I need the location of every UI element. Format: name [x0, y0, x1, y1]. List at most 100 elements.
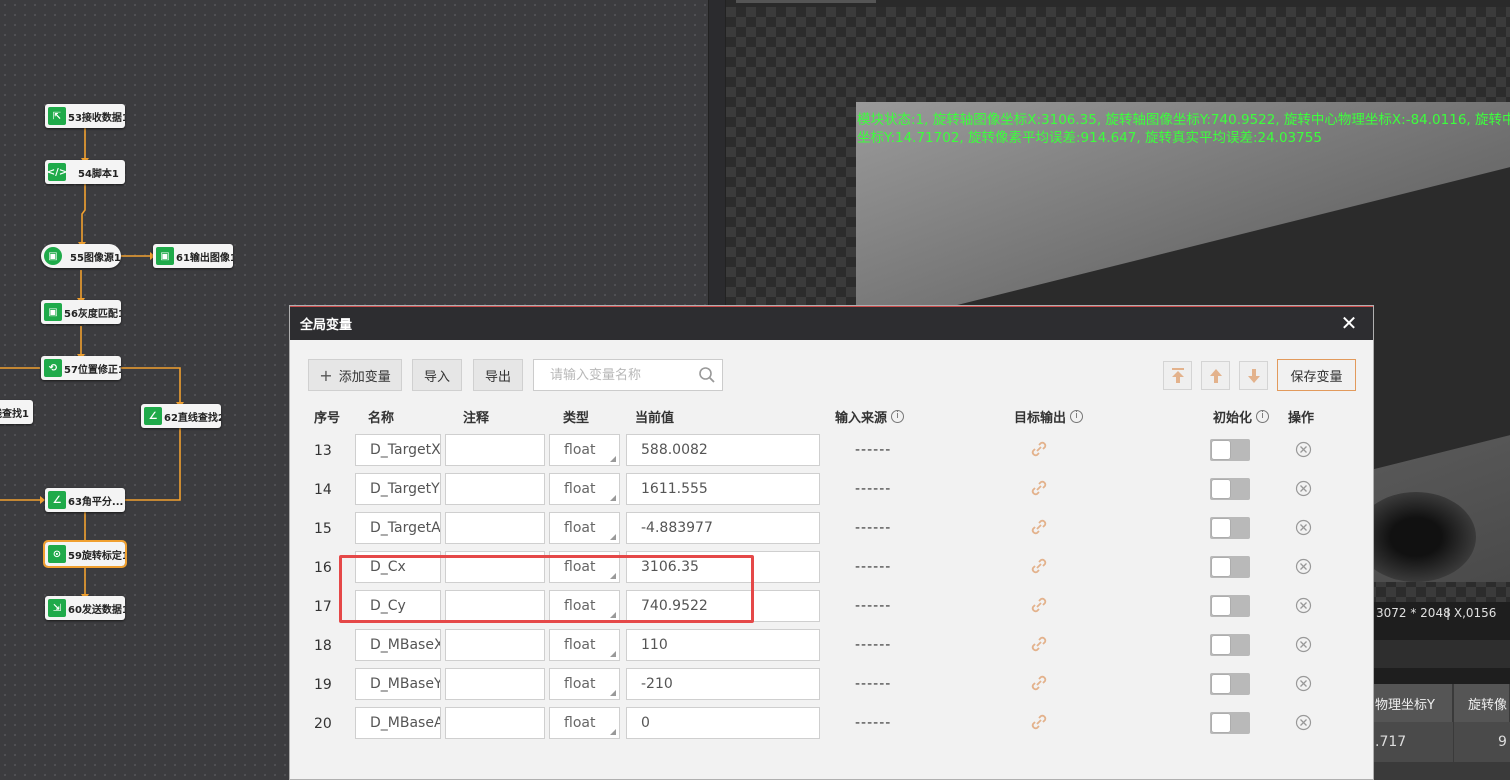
init-toggle[interactable] — [1210, 634, 1250, 656]
flow-node-label: 56灰度匹配1 — [64, 308, 121, 320]
variable-value-field[interactable]: 3106.35 — [626, 551, 820, 583]
variable-name-field[interactable]: D_Cy — [355, 590, 441, 622]
variable-note-field[interactable] — [445, 473, 545, 505]
link-icon[interactable] — [1030, 557, 1048, 575]
move-down-button[interactable] — [1239, 361, 1268, 390]
info-icon[interactable]: i — [1070, 410, 1084, 423]
delete-icon[interactable] — [1295, 519, 1312, 536]
variable-row: 16 D_Cx float 3106.35 ------ — [290, 551, 1373, 587]
flow-node-receive-data[interactable]: ⇱ 53接收数据1 — [45, 104, 125, 128]
result-header-rotation: 旋转像 — [1454, 684, 1510, 722]
flow-node-label: 线查找1 — [0, 408, 29, 420]
variable-note-field[interactable] — [445, 434, 545, 466]
variable-value-field[interactable]: 1611.555 — [626, 473, 820, 505]
flow-node-label: 59旋转标定1 — [68, 550, 125, 562]
flow-node-image-source[interactable]: ▣ 55图像源1 — [41, 244, 121, 268]
variable-type-select[interactable]: float — [549, 512, 620, 544]
variable-type-select[interactable]: float — [549, 629, 620, 661]
overlay-line-1: 模块状态:1, 旋转轴图像坐标X:3106.35, 旋转轴图像坐标Y:740.9… — [857, 112, 1510, 128]
flow-node-send-data[interactable]: ⇲ 60发送数据1 — [45, 596, 125, 620]
variable-type-select[interactable]: float — [549, 551, 620, 583]
variable-row: 17 D_Cy float 740.9522 ------ — [290, 590, 1373, 626]
variable-value-field[interactable]: 0 — [626, 707, 820, 739]
search-icon[interactable] — [698, 366, 716, 384]
variable-type-select[interactable]: float — [549, 668, 620, 700]
variable-type-select[interactable]: float — [549, 434, 620, 466]
variable-note-field[interactable] — [445, 590, 545, 622]
flow-node-position-fix[interactable]: ⟲ 57位置修正1 — [41, 356, 121, 380]
variable-value-field[interactable]: 588.0082 — [626, 434, 820, 466]
variable-value-field[interactable]: -4.883977 — [626, 512, 820, 544]
link-icon[interactable] — [1030, 596, 1048, 614]
init-toggle[interactable] — [1210, 673, 1250, 695]
delete-icon[interactable] — [1295, 714, 1312, 731]
init-toggle[interactable] — [1210, 556, 1250, 578]
flow-node-line-find-2[interactable]: ∠ 62直线查找2 — [141, 404, 221, 428]
variable-name-field[interactable]: D_MBaseX — [355, 629, 441, 661]
overlay-line-2: 坐标Y:14.71702, 旋转像素平均误差:914.647, 旋转真实平均误差… — [857, 130, 1322, 146]
column-header-source: 输入来源 i — [835, 407, 905, 426]
delete-icon[interactable] — [1295, 441, 1312, 458]
link-icon[interactable] — [1030, 674, 1048, 692]
init-toggle[interactable] — [1210, 595, 1250, 617]
info-icon[interactable]: i — [891, 410, 905, 423]
variable-note-field[interactable] — [445, 512, 545, 544]
flow-node-script[interactable]: </> 54脚本1 — [45, 160, 125, 184]
export-button[interactable]: 导出 — [473, 359, 523, 391]
column-label: 操作 — [1288, 411, 1315, 426]
delete-icon[interactable] — [1295, 597, 1312, 614]
variable-type-select[interactable]: float — [549, 473, 620, 505]
move-top-button[interactable] — [1163, 361, 1192, 390]
link-icon[interactable] — [1030, 440, 1048, 458]
column-label: 序号 — [314, 411, 341, 426]
close-icon[interactable]: ✕ — [1339, 313, 1359, 333]
link-icon[interactable] — [1030, 479, 1048, 497]
variable-row: 15 D_TargetA float -4.883977 ------ — [290, 512, 1373, 548]
variable-value-field[interactable]: -210 — [626, 668, 820, 700]
link-icon[interactable] — [1030, 635, 1048, 653]
variable-name-field[interactable]: D_TargetX — [355, 434, 441, 466]
plus-icon: + — [319, 365, 333, 385]
variable-name-field[interactable]: D_MBaseA — [355, 707, 441, 739]
flow-node-rotation-calib[interactable]: ⊙ 59旋转标定1 — [43, 540, 127, 568]
delete-icon[interactable] — [1295, 480, 1312, 497]
variable-value-field[interactable]: 110 — [626, 629, 820, 661]
init-toggle[interactable] — [1210, 478, 1250, 500]
link-icon[interactable] — [1030, 713, 1048, 731]
variable-note-field[interactable] — [445, 551, 545, 583]
input-source: ------ — [855, 520, 892, 536]
variable-type-select[interactable]: float — [549, 590, 620, 622]
import-button[interactable]: 导入 — [412, 359, 462, 391]
delete-icon[interactable] — [1295, 675, 1312, 692]
toggle-knob — [1212, 675, 1230, 693]
flow-node-angle-bisector[interactable]: ∠ 63角平分... — [45, 488, 125, 512]
variable-name-field[interactable]: D_TargetY — [355, 473, 441, 505]
add-variable-button[interactable]: + 添加变量 — [308, 359, 402, 391]
info-icon[interactable]: i — [1256, 410, 1270, 423]
move-up-button[interactable] — [1201, 361, 1230, 390]
variable-value-field[interactable]: 740.9522 — [626, 590, 820, 622]
dialog-title-bar[interactable]: 全局变量 ✕ — [290, 306, 1373, 340]
init-toggle[interactable] — [1210, 712, 1250, 734]
result-cell: .717 — [1371, 722, 1453, 762]
variable-type-select[interactable]: float — [549, 707, 620, 739]
flow-node-line-find-1[interactable]: 线查找1 — [0, 400, 33, 424]
variable-note-field[interactable] — [445, 668, 545, 700]
init-toggle[interactable] — [1210, 517, 1250, 539]
flow-node-output-image[interactable]: ▣ 61输出图像1 — [153, 244, 233, 268]
toggle-knob — [1212, 597, 1230, 615]
flow-node-grayscale-match[interactable]: ▣ 56灰度匹配1 — [41, 300, 121, 324]
delete-icon[interactable] — [1295, 636, 1312, 653]
variable-note-field[interactable] — [445, 629, 545, 661]
link-icon[interactable] — [1030, 518, 1048, 536]
save-variables-button[interactable]: 保存变量 — [1277, 359, 1356, 391]
init-toggle[interactable] — [1210, 439, 1250, 461]
search-input[interactable] — [534, 360, 694, 390]
variable-name-field[interactable]: D_Cx — [355, 551, 441, 583]
delete-icon[interactable] — [1295, 558, 1312, 575]
variable-note-field[interactable] — [445, 707, 545, 739]
column-header-target: 目标输出 i — [1014, 407, 1084, 426]
variable-name-field[interactable]: D_TargetA — [355, 512, 441, 544]
variable-name-field[interactable]: D_MBaseY — [355, 668, 441, 700]
viewer-tab[interactable] — [736, 0, 876, 3]
